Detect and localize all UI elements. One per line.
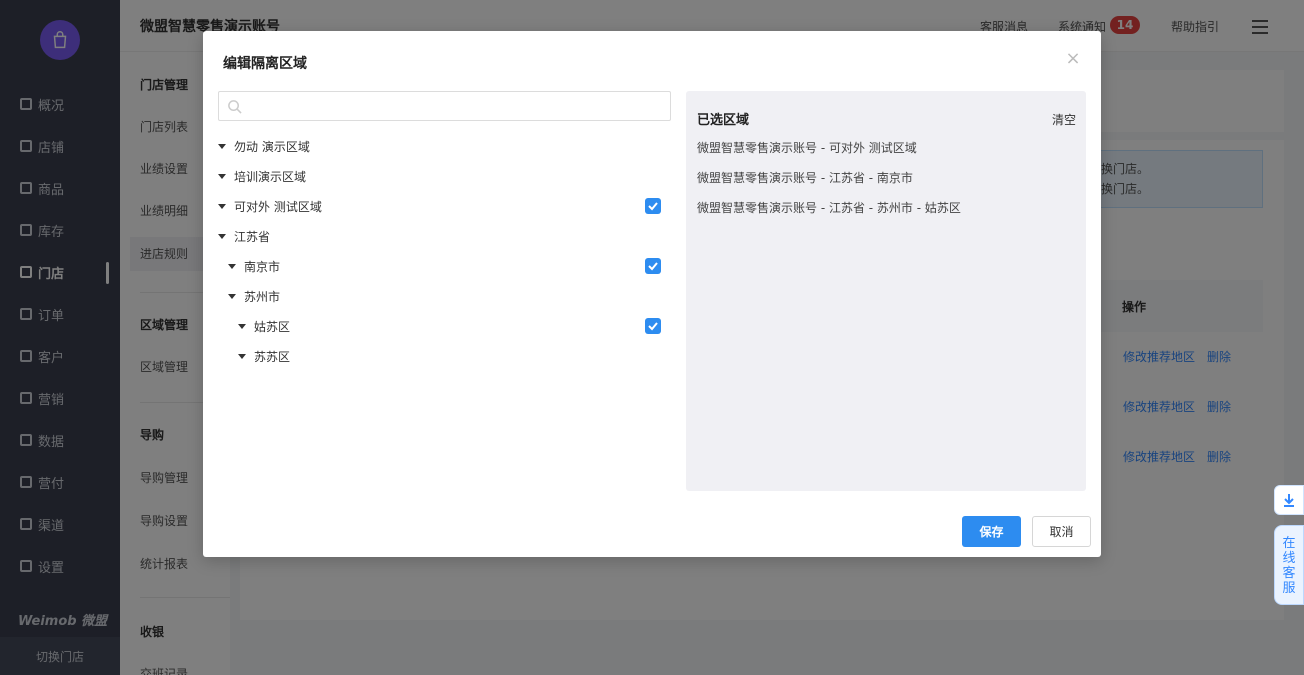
tree-checkbox-checked[interactable]	[645, 318, 661, 334]
selected-item: 微盟智慧零售演示账号 - 可对外 测试区域	[697, 141, 917, 155]
selected-area-panel: 已选区域 清空 微盟智慧零售演示账号 - 可对外 测试区域 微盟智慧零售演示账号…	[686, 91, 1086, 491]
caret-down-icon[interactable]	[238, 353, 246, 359]
selected-item: 微盟智慧零售演示账号 - 江苏省 - 南京市	[697, 171, 913, 185]
caret-down-icon[interactable]	[218, 143, 226, 149]
selected-item: 微盟智慧零售演示账号 - 江苏省 - 苏州市 - 姑苏区	[697, 201, 961, 215]
tree-node[interactable]: 苏苏区	[238, 346, 290, 366]
clear-button[interactable]: 清空	[1052, 111, 1076, 128]
edit-isolation-area-dialog: 编辑隔离区域 × 勿动 演示区域 培训演示区域 可对外 测试区域 江苏省 南京市…	[203, 31, 1101, 557]
search-input[interactable]	[249, 96, 659, 116]
caret-down-icon[interactable]	[238, 323, 246, 329]
tree-node-label: 苏苏区	[254, 349, 291, 364]
caret-down-icon[interactable]	[218, 233, 226, 239]
check-icon	[648, 202, 658, 211]
tree-node[interactable]: 苏州市	[228, 286, 280, 306]
tree-node[interactable]: 南京市	[228, 256, 280, 276]
tree-node-label: 可对外 测试区域	[234, 199, 322, 214]
download-icon	[1284, 494, 1294, 507]
caret-down-icon[interactable]	[218, 203, 226, 209]
tree-checkbox-checked[interactable]	[645, 198, 661, 214]
online-customer-service-button[interactable]: 在线客服	[1274, 525, 1304, 605]
tree-node[interactable]: 可对外 测试区域	[218, 196, 322, 216]
tree-node-label: 苏州市	[244, 289, 281, 304]
tree-node-label: 江苏省	[234, 229, 271, 244]
tree-node[interactable]: 勿动 演示区域	[218, 136, 310, 156]
search-box	[218, 91, 671, 121]
download-button[interactable]	[1274, 485, 1304, 515]
save-button[interactable]: 保存	[962, 516, 1021, 547]
tree-node[interactable]: 姑苏区	[238, 316, 290, 336]
check-icon	[648, 262, 658, 271]
tree-checkbox-checked[interactable]	[645, 258, 661, 274]
cancel-button[interactable]: 取消	[1032, 516, 1091, 547]
tree-node[interactable]: 江苏省	[218, 226, 270, 246]
caret-down-icon[interactable]	[228, 263, 236, 269]
caret-down-icon[interactable]	[218, 173, 226, 179]
customer-service-label: 在线客服	[1282, 536, 1296, 596]
caret-down-icon[interactable]	[228, 293, 236, 299]
tree-node-label: 勿动 演示区域	[234, 139, 310, 154]
check-icon	[648, 322, 658, 331]
tree-node[interactable]: 培训演示区域	[218, 166, 306, 186]
selected-area-title: 已选区域	[697, 113, 750, 128]
close-icon[interactable]: ×	[1065, 50, 1081, 68]
dialog-title: 编辑隔离区域	[223, 56, 307, 72]
search-icon	[228, 100, 242, 114]
tree-node-label: 南京市	[244, 259, 281, 274]
tree-node-label: 姑苏区	[254, 319, 291, 334]
tree-node-label: 培训演示区域	[234, 169, 307, 184]
